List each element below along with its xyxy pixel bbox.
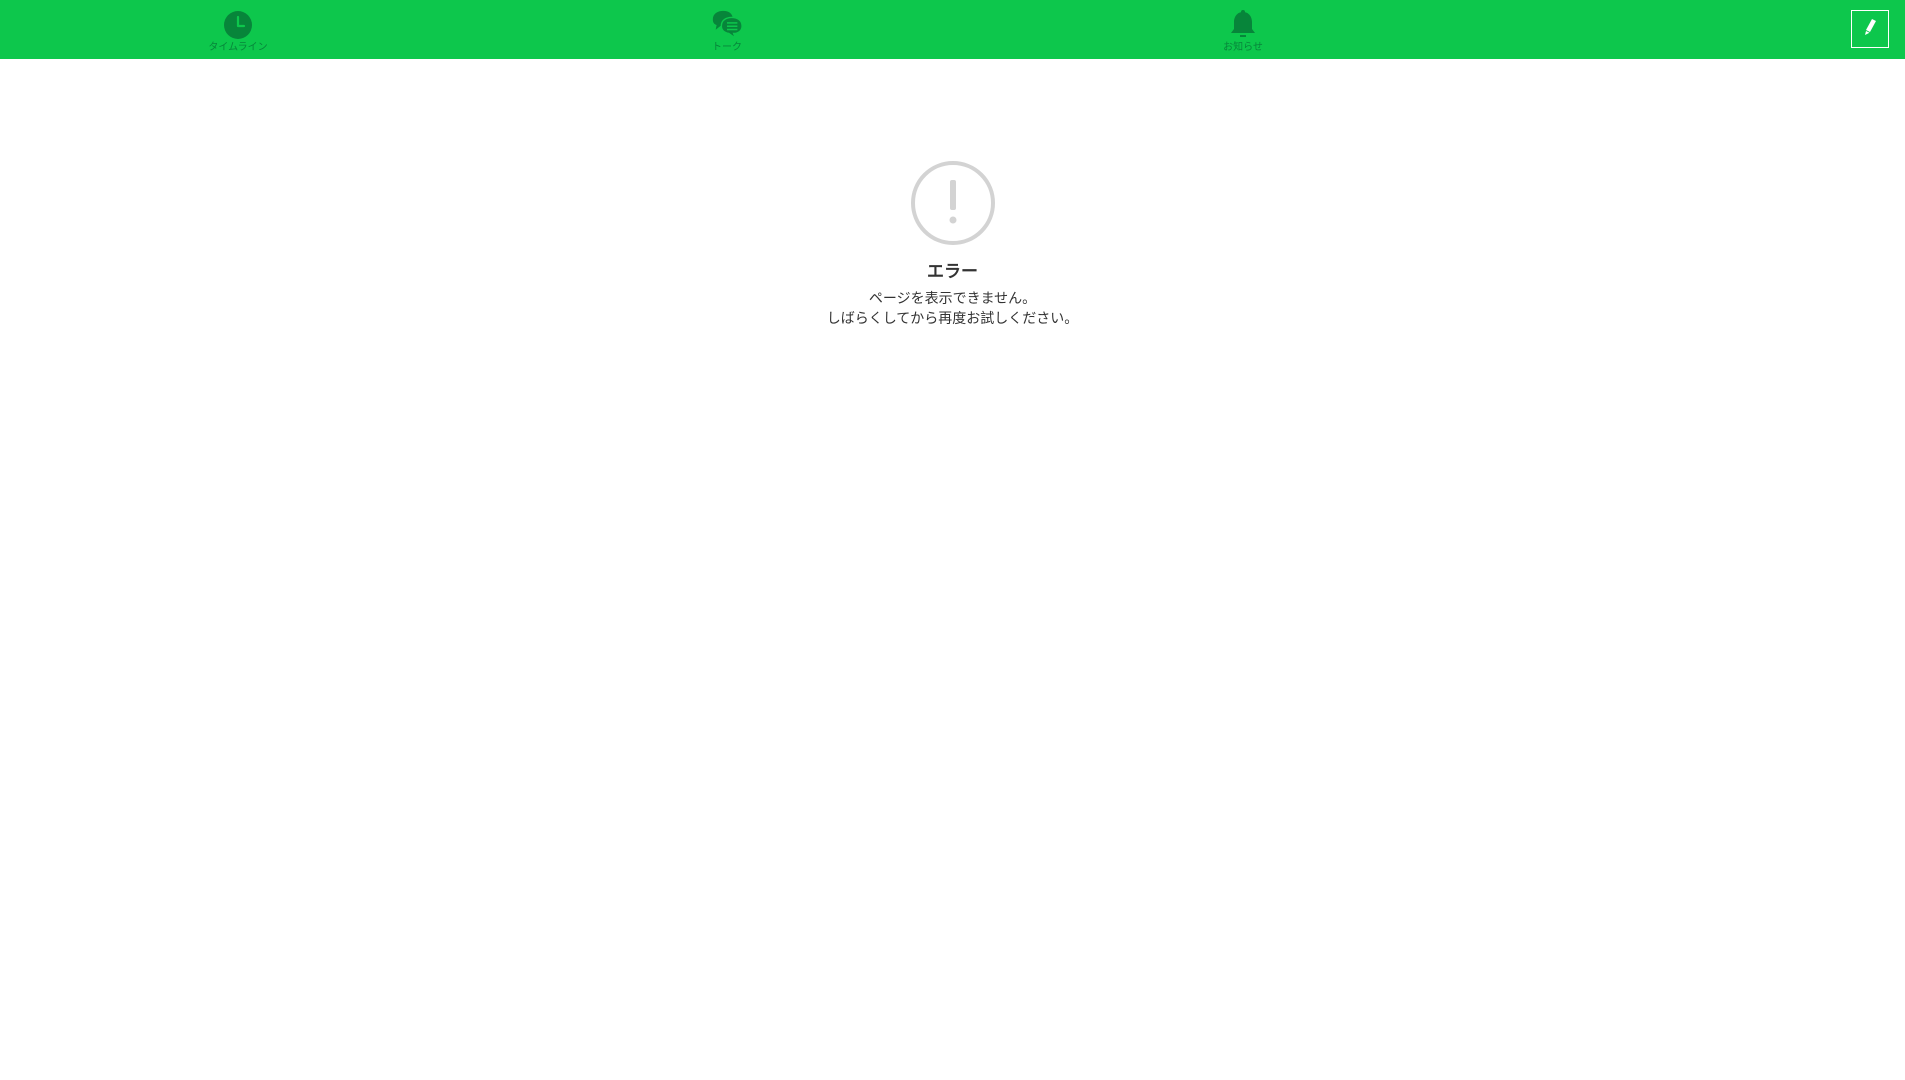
tab-notifications-label: お知らせ [1223,42,1263,53]
bell-icon [1226,8,1260,42]
tab-chats-label: トーク [712,42,742,53]
error-message-line-2: しばらくしてから再度お試しください。 [826,311,1079,327]
chat-bubbles-icon [710,8,744,42]
top-navigation-bar: タイムライン トーク お知らせ [0,0,1905,59]
clock-icon [221,8,255,42]
tab-chats[interactable]: トーク [667,0,787,59]
tab-timeline-label: タイムライン [208,42,268,53]
tab-notifications[interactable]: お知らせ [1183,0,1303,59]
exclamation-circle-icon [910,160,996,246]
compose-button[interactable] [1851,10,1889,48]
error-message-line-1: ページを表示できません。 [868,291,1037,307]
pencil-icon [1860,17,1880,41]
error-message-panel: エラー ページを表示できません。 しばらくしてから再度お試しください。 [0,160,1905,329]
tab-timeline[interactable]: タイムライン [178,0,298,59]
error-title: エラー [927,262,978,282]
